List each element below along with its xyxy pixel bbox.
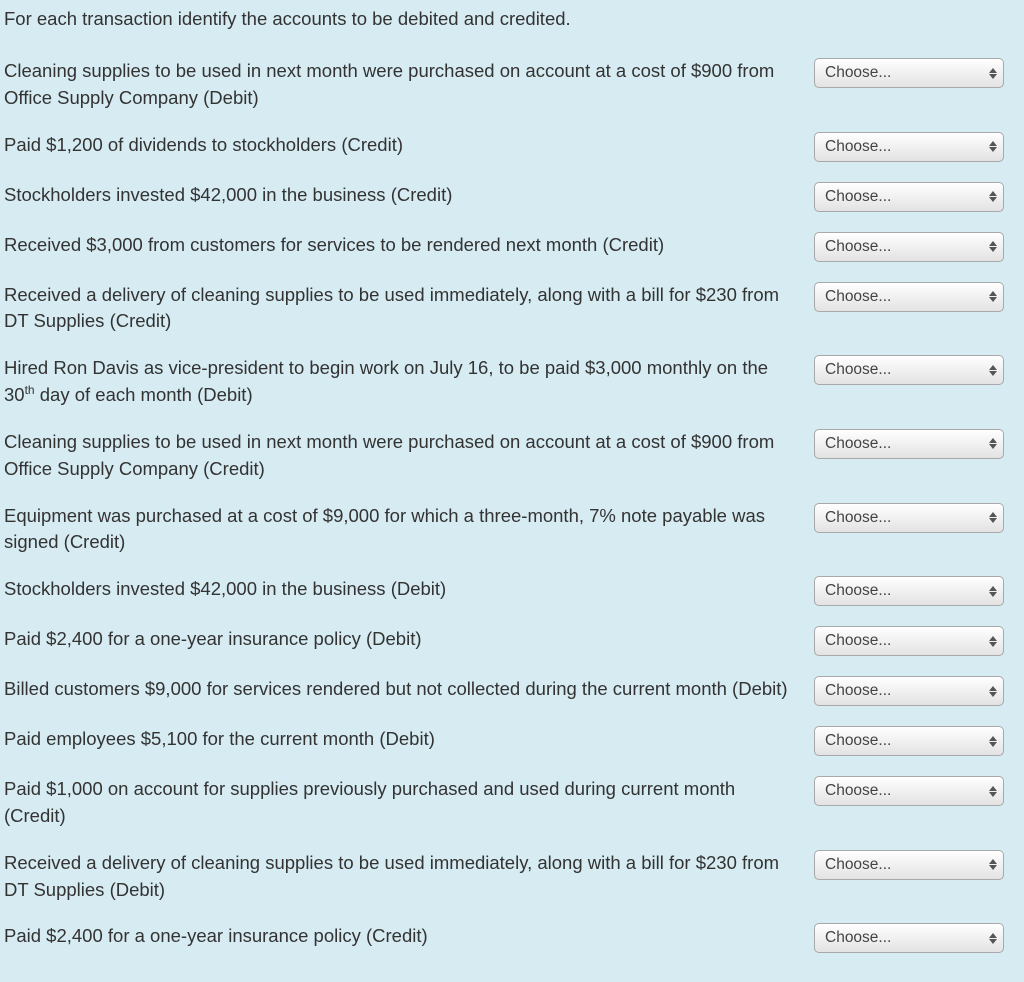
up-down-icon	[989, 859, 997, 870]
question-prompt: Cleaning supplies to be used in next mon…	[4, 429, 814, 483]
answer-select-wrap: Choose...	[814, 355, 1004, 385]
answer-select-wrap: Choose...	[814, 182, 1004, 212]
question-row: Cleaning supplies to be used in next mon…	[0, 48, 1024, 122]
question-prompt: Received $3,000 from customers for servi…	[4, 232, 814, 259]
question-row: Cleaning supplies to be used in next mon…	[0, 419, 1024, 493]
select-placeholder: Choose...	[825, 509, 891, 527]
select-placeholder: Choose...	[825, 782, 891, 800]
answer-select-wrap: Choose...	[814, 282, 1004, 312]
answer-select-wrap: Choose...	[814, 429, 1004, 459]
up-down-icon	[989, 512, 997, 523]
select-placeholder: Choose...	[825, 138, 891, 156]
answer-select[interactable]: Choose...	[814, 923, 1004, 953]
select-placeholder: Choose...	[825, 64, 891, 82]
question-row: Received a delivery of cleaning supplies…	[0, 840, 1024, 914]
select-placeholder: Choose...	[825, 238, 891, 256]
answer-select-wrap: Choose...	[814, 132, 1004, 162]
question-prompt: Stockholders invested $42,000 in the bus…	[4, 576, 814, 603]
select-placeholder: Choose...	[825, 682, 891, 700]
question-row: Received $3,000 from customers for servi…	[0, 222, 1024, 272]
answer-select[interactable]: Choose...	[814, 503, 1004, 533]
select-placeholder: Choose...	[825, 732, 891, 750]
select-placeholder: Choose...	[825, 361, 891, 379]
answer-select[interactable]: Choose...	[814, 429, 1004, 459]
question-row: Equipment was purchased at a cost of $9,…	[0, 493, 1024, 567]
question-row: Paid $2,400 for a one-year insurance pol…	[0, 913, 1024, 963]
question-row: Paid $1,200 of dividends to stockholders…	[0, 122, 1024, 172]
answer-select[interactable]: Choose...	[814, 132, 1004, 162]
answer-select-wrap: Choose...	[814, 850, 1004, 880]
up-down-icon	[989, 68, 997, 79]
question-row: Hired Ron Davis as vice-president to beg…	[0, 345, 1024, 419]
question-prompt: Paid $2,400 for a one-year insurance pol…	[4, 626, 814, 653]
question-row: Paid $2,400 for a one-year insurance pol…	[0, 616, 1024, 666]
up-down-icon	[989, 736, 997, 747]
up-down-icon	[989, 141, 997, 152]
select-placeholder: Choose...	[825, 435, 891, 453]
select-placeholder: Choose...	[825, 929, 891, 947]
question-row: Stockholders invested $42,000 in the bus…	[0, 566, 1024, 616]
answer-select-wrap: Choose...	[814, 776, 1004, 806]
answer-select[interactable]: Choose...	[814, 576, 1004, 606]
answer-select[interactable]: Choose...	[814, 232, 1004, 262]
answer-select-wrap: Choose...	[814, 923, 1004, 953]
question-prompt: Paid $1,000 on account for supplies prev…	[4, 776, 814, 830]
answer-select-wrap: Choose...	[814, 576, 1004, 606]
up-down-icon	[989, 291, 997, 302]
select-placeholder: Choose...	[825, 188, 891, 206]
answer-select-wrap: Choose...	[814, 676, 1004, 706]
up-down-icon	[989, 786, 997, 797]
up-down-icon	[989, 933, 997, 944]
answer-select[interactable]: Choose...	[814, 676, 1004, 706]
question-prompt: Paid $2,400 for a one-year insurance pol…	[4, 923, 814, 950]
question-row: Paid $1,000 on account for supplies prev…	[0, 766, 1024, 840]
answer-select[interactable]: Choose...	[814, 182, 1004, 212]
select-placeholder: Choose...	[825, 582, 891, 600]
question-row: Stockholders invested $42,000 in the bus…	[0, 172, 1024, 222]
answer-select-wrap: Choose...	[814, 232, 1004, 262]
up-down-icon	[989, 191, 997, 202]
question-row: Billed customers $9,000 for services ren…	[0, 666, 1024, 716]
answer-select[interactable]: Choose...	[814, 776, 1004, 806]
question-prompt: Hired Ron Davis as vice-president to beg…	[4, 355, 814, 409]
question-prompt: Stockholders invested $42,000 in the bus…	[4, 182, 814, 209]
up-down-icon	[989, 241, 997, 252]
select-placeholder: Choose...	[825, 288, 891, 306]
question-prompt: Received a delivery of cleaning supplies…	[4, 282, 814, 336]
answer-select[interactable]: Choose...	[814, 626, 1004, 656]
up-down-icon	[989, 686, 997, 697]
answer-select-wrap: Choose...	[814, 503, 1004, 533]
answer-select[interactable]: Choose...	[814, 282, 1004, 312]
select-placeholder: Choose...	[825, 856, 891, 874]
question-prompt: Received a delivery of cleaning supplies…	[4, 850, 814, 904]
instruction-text: For each transaction identify the accoun…	[0, 0, 1024, 48]
up-down-icon	[989, 365, 997, 376]
answer-select-wrap: Choose...	[814, 626, 1004, 656]
answer-select[interactable]: Choose...	[814, 726, 1004, 756]
question-prompt: Billed customers $9,000 for services ren…	[4, 676, 814, 703]
up-down-icon	[989, 438, 997, 449]
answer-select[interactable]: Choose...	[814, 850, 1004, 880]
question-prompt: Paid employees $5,100 for the current mo…	[4, 726, 814, 753]
answer-select-wrap: Choose...	[814, 726, 1004, 756]
answer-select-wrap: Choose...	[814, 58, 1004, 88]
question-row: Paid employees $5,100 for the current mo…	[0, 716, 1024, 766]
answer-select[interactable]: Choose...	[814, 355, 1004, 385]
question-row: Received a delivery of cleaning supplies…	[0, 272, 1024, 346]
up-down-icon	[989, 636, 997, 647]
select-placeholder: Choose...	[825, 632, 891, 650]
question-prompt: Cleaning supplies to be used in next mon…	[4, 58, 814, 112]
up-down-icon	[989, 586, 997, 597]
question-prompt: Equipment was purchased at a cost of $9,…	[4, 503, 814, 557]
answer-select[interactable]: Choose...	[814, 58, 1004, 88]
question-prompt: Paid $1,200 of dividends to stockholders…	[4, 132, 814, 159]
